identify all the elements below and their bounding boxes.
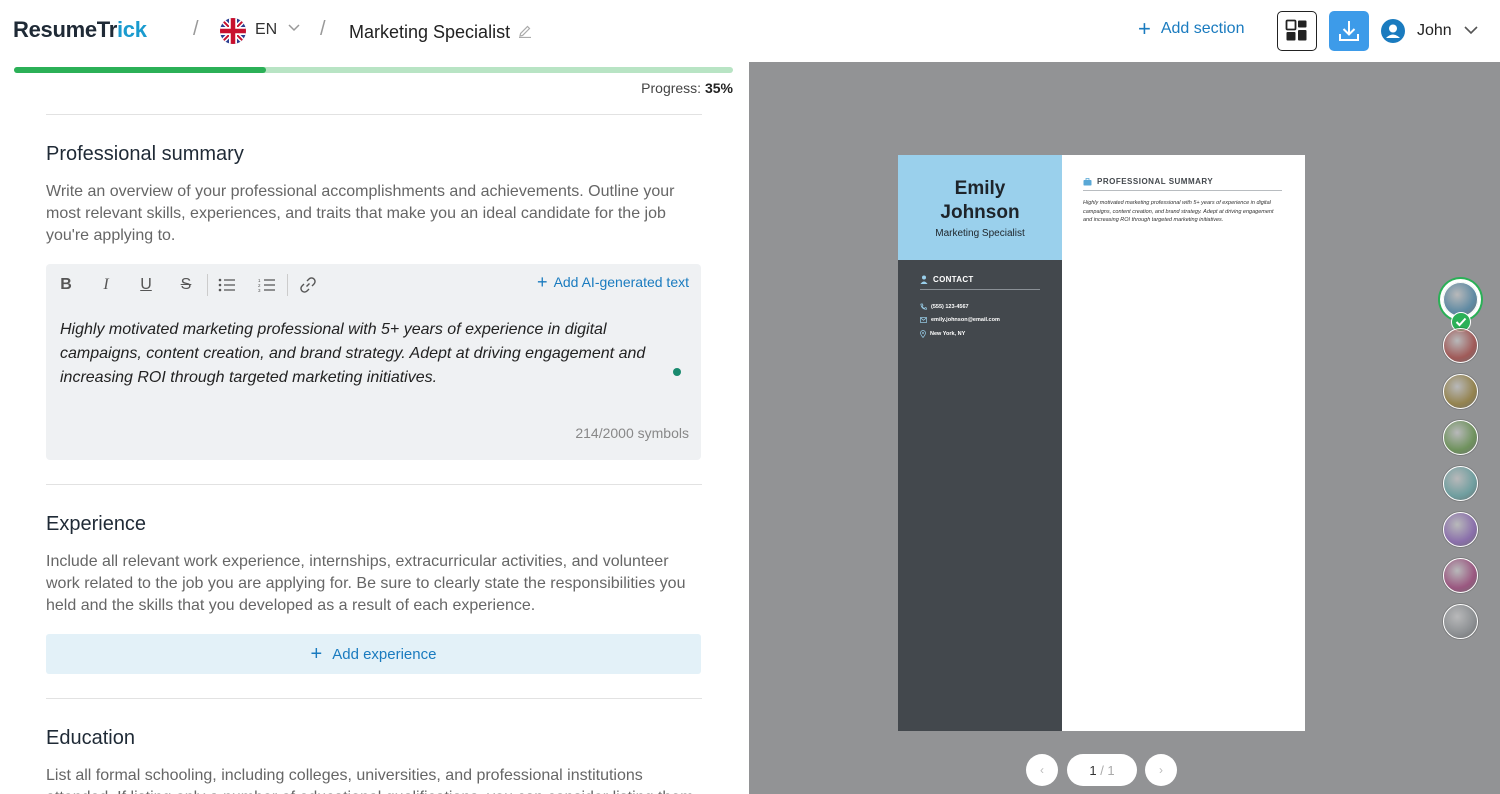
resume-phone: (555) 123-4567	[920, 303, 969, 310]
grid-layout-icon	[1285, 19, 1307, 41]
summary-title: Professional summary	[46, 143, 244, 165]
summary-description: Write an overview of your professional a…	[46, 183, 675, 244]
next-page-button[interactable]: ›	[1145, 754, 1177, 786]
breadcrumb-separator: /	[320, 18, 326, 40]
chevron-down-icon[interactable]	[1464, 26, 1478, 35]
add-experience-label: Add experience	[332, 645, 437, 663]
user-avatar-icon[interactable]	[1381, 19, 1405, 43]
logo[interactable]: ResumeTrick	[13, 17, 147, 43]
user-menu[interactable]: John	[1417, 22, 1452, 40]
layout-button[interactable]	[1277, 11, 1317, 51]
top-bar: ResumeTrick / EN / Marketing Specialist …	[0, 0, 1500, 62]
logo-accent-text: ick	[116, 17, 147, 42]
prev-page-button[interactable]: ‹	[1026, 754, 1058, 786]
bold-button[interactable]: B	[55, 274, 77, 296]
experience-description: Include all relevant work experience, in…	[46, 553, 686, 614]
color-swatch[interactable]	[1443, 558, 1478, 593]
resume-preview[interactable]: Emily Johnson Marketing Specialist CONTAC…	[898, 155, 1305, 731]
document-title[interactable]: Marketing Specialist	[349, 22, 510, 43]
italic-button[interactable]: I	[95, 274, 117, 296]
education-description: List all formal schooling, including col…	[46, 767, 694, 794]
page-indicator: 1 / 1	[1067, 754, 1137, 786]
color-swatch[interactable]	[1443, 420, 1478, 455]
resume-header: Emily Johnson Marketing Specialist	[898, 155, 1062, 260]
summary-text[interactable]: Highly motivated marketing professional …	[60, 318, 670, 390]
experience-title: Experience	[46, 513, 147, 535]
add-section-button[interactable]: + Add section	[1138, 16, 1245, 41]
divider	[1083, 190, 1282, 191]
mail-icon	[920, 317, 927, 323]
resume-location: New York, NY	[920, 330, 965, 338]
underline-button[interactable]: U	[135, 274, 157, 296]
location-pin-icon	[920, 330, 926, 338]
color-swatch[interactable]	[1443, 466, 1478, 501]
symbol-counter: 214/2000 symbols	[575, 425, 689, 441]
resume-email: emily.johnson@email.com	[920, 317, 1000, 323]
add-section-label: Add section	[1160, 20, 1245, 37]
link-icon[interactable]	[297, 274, 319, 296]
bullet-list-icon[interactable]	[216, 274, 238, 296]
plus-icon: +	[1138, 16, 1151, 41]
breadcrumb-separator: /	[193, 18, 199, 40]
color-swatch[interactable]	[1443, 604, 1478, 639]
pencil-icon[interactable]	[518, 24, 532, 38]
color-swatch[interactable]	[1443, 512, 1478, 547]
divider	[46, 114, 702, 115]
summary-editor[interactable]: B I U S 123 + Add AI-generated text High…	[46, 264, 701, 460]
chevron-down-icon[interactable]	[288, 24, 300, 32]
add-experience-button[interactable]: + Add experience	[46, 634, 701, 674]
total-pages: / 1	[1100, 762, 1115, 778]
education-title: Education	[46, 727, 135, 749]
download-button[interactable]	[1329, 11, 1369, 51]
resume-name: Emily Johnson	[940, 178, 1020, 223]
editor-pane: Progress: 35% Professional summary Write…	[0, 62, 749, 794]
add-ai-text-button[interactable]: + Add AI-generated text	[537, 272, 689, 292]
download-icon	[1339, 21, 1359, 41]
divider	[46, 698, 702, 699]
resume-summary-text: Highly motivated marketing professional …	[1083, 200, 1274, 223]
numbered-list-icon[interactable]: 123	[256, 274, 278, 296]
resume-contact-heading: CONTACT	[920, 275, 974, 284]
progress-value: 35%	[704, 80, 733, 96]
progress-bar	[14, 67, 733, 73]
divider	[920, 289, 1040, 290]
add-ai-text-label: Add AI-generated text	[553, 274, 689, 290]
resume-role: Marketing Specialist	[935, 228, 1025, 239]
divider	[46, 484, 702, 485]
resume-summary-heading: PROFESSIONAL SUMMARY	[1083, 177, 1213, 186]
plus-icon: +	[537, 272, 548, 292]
grammar-indicator	[673, 368, 681, 376]
person-icon	[920, 275, 928, 284]
language-selector[interactable]: EN	[255, 21, 277, 39]
plus-icon: +	[310, 643, 323, 665]
strikethrough-button[interactable]: S	[175, 274, 197, 296]
progress-fill	[14, 67, 266, 73]
current-page: 1	[1089, 762, 1097, 778]
briefcase-icon	[1083, 177, 1092, 185]
progress-label: Progress: 35%	[641, 80, 733, 96]
svg-text:3: 3	[258, 288, 261, 292]
toolbar-divider	[287, 274, 288, 296]
logo-text: ResumeTr	[13, 17, 117, 42]
color-swatch[interactable]	[1443, 328, 1478, 363]
phone-icon	[920, 303, 927, 310]
preview-pane: Emily Johnson Marketing Specialist CONTAC…	[749, 62, 1500, 794]
color-swatch[interactable]	[1443, 374, 1478, 409]
uk-flag-icon[interactable]	[220, 18, 246, 44]
toolbar-divider	[207, 274, 208, 296]
